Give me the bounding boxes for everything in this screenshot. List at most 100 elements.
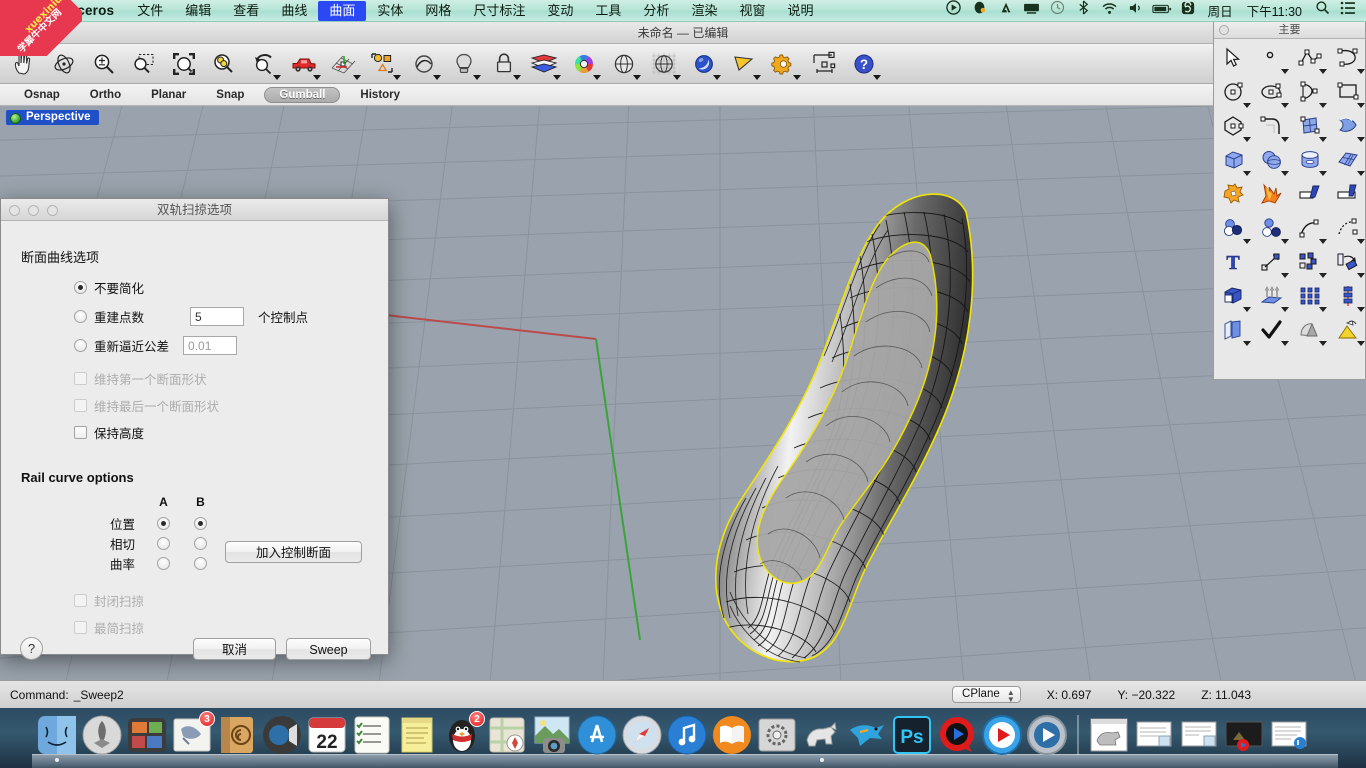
option-maintain-height[interactable]: 保持高度	[74, 423, 370, 442]
lock-icon[interactable]	[484, 46, 524, 82]
menu-item-solid[interactable]: 实体	[366, 1, 414, 21]
radio-curvature-b[interactable]	[194, 556, 207, 570]
dropdown-arrow-icon[interactable]	[1319, 69, 1327, 74]
launchpad-icon[interactable]	[81, 714, 123, 756]
fillet-surface-icon[interactable]	[1329, 211, 1366, 245]
ellipse-icon[interactable]	[1253, 75, 1291, 109]
help-icon[interactable]: ?	[844, 46, 884, 82]
copy-icon[interactable]	[1291, 245, 1329, 279]
itunes-icon[interactable]	[666, 714, 708, 756]
menu-item-tools[interactable]: 工具	[584, 1, 632, 21]
dropdown-arrow-icon[interactable]	[1243, 307, 1251, 312]
dropdown-arrow-icon[interactable]	[1357, 273, 1365, 278]
light-icon[interactable]	[444, 46, 484, 82]
render-icon[interactable]	[684, 46, 724, 82]
menu-item-view[interactable]: 查看	[222, 1, 270, 21]
dropdown-arrow-icon[interactable]	[1357, 239, 1365, 244]
point-icon[interactable]	[1253, 41, 1291, 75]
toggle-osnap[interactable]: Osnap	[14, 88, 70, 102]
calendar-icon[interactable]: 22	[306, 714, 348, 756]
rotate-icon[interactable]	[1329, 245, 1366, 279]
mail-icon[interactable]: 3	[171, 711, 215, 756]
option-keep-last-shape[interactable]: 维持最后一个断面形状	[74, 396, 370, 415]
rhinoceros-icon[interactable]	[801, 714, 843, 762]
blend-curve-icon[interactable]	[1291, 211, 1329, 245]
sphere-icon[interactable]	[1253, 143, 1291, 177]
named-views-car-icon[interactable]	[284, 46, 324, 82]
dropdown-arrow-icon[interactable]	[673, 74, 681, 80]
refit-tolerance-input[interactable]	[183, 336, 238, 355]
curve-interp-icon[interactable]	[1329, 41, 1366, 75]
dropdown-arrow-icon[interactable]	[1243, 103, 1251, 108]
dropdown-arrow-icon[interactable]	[1357, 137, 1365, 142]
radio-no-simplify[interactable]	[74, 281, 87, 294]
rhino-window-icon[interactable]	[1088, 714, 1130, 756]
menu-item-edit[interactable]: 编辑	[174, 1, 222, 21]
dropdown-arrow-icon[interactable]	[633, 74, 641, 80]
maps-icon[interactable]	[486, 714, 528, 756]
dropdown-arrow-icon[interactable]	[1243, 239, 1251, 244]
dropdown-arrow-icon[interactable]	[753, 74, 761, 80]
viewport-label[interactable]: Perspective	[6, 110, 99, 125]
safari-icon[interactable]	[621, 714, 663, 756]
trim-icon[interactable]	[1291, 177, 1329, 211]
sweep-confirm-button[interactable]: Sweep	[286, 638, 371, 660]
mission-control-icon[interactable]	[126, 714, 168, 756]
menu-item-window[interactable]: 视窗	[728, 1, 776, 21]
scale-icon[interactable]	[1215, 279, 1253, 313]
extrude-icon[interactable]	[1253, 279, 1291, 313]
dropdown-arrow-icon[interactable]	[1357, 69, 1365, 74]
render-preview-icon[interactable]	[644, 46, 684, 82]
zoom-window-icon[interactable]	[124, 46, 164, 82]
video-window-icon[interactable]	[1223, 714, 1265, 756]
display-icon[interactable]	[1020, 0, 1044, 22]
surface-grid-icon[interactable]	[1329, 143, 1366, 177]
arc-icon[interactable]	[1291, 75, 1329, 109]
dropdown-arrow-icon[interactable]	[1281, 239, 1289, 244]
radio-refit-tolerance[interactable]	[74, 339, 87, 352]
select-objects-icon[interactable]	[364, 46, 404, 82]
menu-item-mesh[interactable]: 网格	[414, 1, 462, 21]
dropdown-arrow-icon[interactable]	[793, 74, 801, 80]
menu-item-surface[interactable]: 曲面	[318, 0, 367, 21]
cap-icon[interactable]	[1215, 313, 1253, 347]
cancel-button[interactable]: 取消	[193, 638, 276, 660]
menu-item-curve[interactable]: 曲线	[270, 1, 318, 21]
dropdown-arrow-icon[interactable]	[873, 74, 881, 80]
move-icon[interactable]	[1253, 245, 1291, 279]
shade-icon[interactable]	[604, 46, 644, 82]
add-control-section-button[interactable]: 加入控制断面	[225, 541, 362, 563]
zoom-extents-icon[interactable]	[164, 46, 204, 82]
menu-item-dimension[interactable]: 尺寸标注	[462, 1, 536, 21]
toggle-planar[interactable]: Planar	[141, 88, 196, 102]
dropdown-arrow-icon[interactable]	[1319, 103, 1327, 108]
split-icon[interactable]	[1329, 177, 1366, 211]
help-button[interactable]: ?	[20, 637, 43, 660]
quicktime-player-icon[interactable]	[936, 714, 978, 756]
checkbox-maintain-height[interactable]	[74, 426, 87, 439]
dropdown-arrow-icon[interactable]	[1281, 171, 1289, 176]
timemachine-icon[interactable]	[1046, 0, 1070, 22]
menu-item-transform[interactable]: 变动	[536, 1, 584, 21]
menubar-day[interactable]: 周日	[1202, 1, 1239, 20]
mirror-icon[interactable]	[1329, 279, 1366, 313]
toggle-history[interactable]: History	[350, 88, 410, 102]
dropdown-arrow-icon[interactable]	[1357, 341, 1365, 346]
radio-tangency-a[interactable]	[157, 536, 170, 550]
menu-item-help[interactable]: 说明	[776, 1, 824, 21]
checkbox-closed-sweep[interactable]	[74, 594, 87, 607]
dropdown-arrow-icon[interactable]	[1319, 171, 1327, 176]
polygon-icon[interactable]	[1215, 109, 1253, 143]
offset-curve-icon[interactable]	[1253, 211, 1291, 245]
thunderbird-icon[interactable]	[846, 714, 888, 756]
zoom-in-out-icon[interactable]	[84, 46, 124, 82]
finder-icon[interactable]	[36, 714, 78, 762]
dropdown-arrow-icon[interactable]	[1319, 239, 1327, 244]
rotate-view-icon[interactable]	[44, 46, 84, 82]
dropdown-arrow-icon[interactable]	[273, 74, 281, 80]
radio-position-a[interactable]	[157, 516, 170, 530]
box-icon[interactable]	[1215, 143, 1253, 177]
record-icon[interactable]	[942, 0, 966, 22]
explode-icon[interactable]	[1253, 177, 1291, 211]
adobe-icon[interactable]	[994, 0, 1018, 22]
